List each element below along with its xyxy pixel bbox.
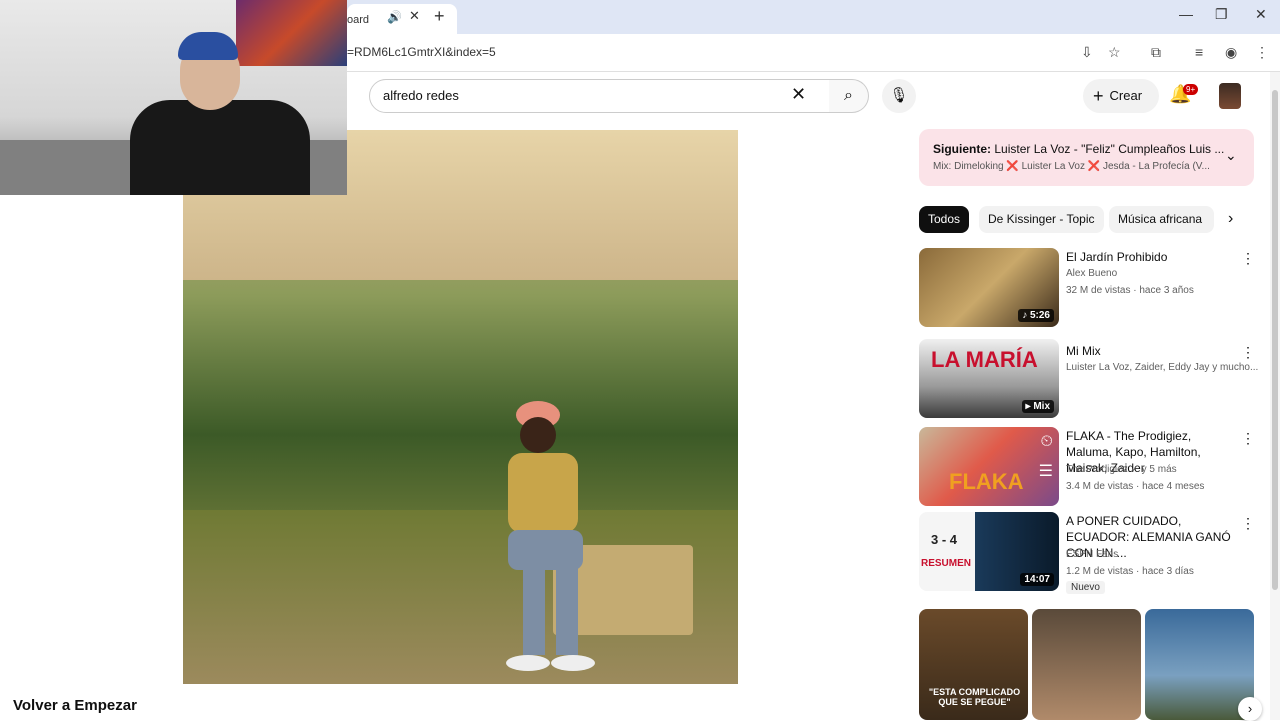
video-channel-1[interactable]: Alex Bueno	[1066, 268, 1117, 279]
chip-de-kissinger[interactable]: De Kissinger - Topic	[979, 206, 1104, 233]
search-button[interactable]: ⌕	[829, 79, 869, 113]
clear-search-icon[interactable]: ✕	[791, 84, 806, 105]
search-input[interactable]: alfredo redes	[369, 79, 830, 113]
video-channel-3[interactable]: The Prodigiez ✓ y 5 más	[1066, 464, 1177, 475]
audio-icon[interactable]: 🔊	[387, 10, 402, 24]
chip-todos[interactable]: Todos	[919, 206, 970, 233]
video-channel-2[interactable]: Luister La Voz, Zaider, Eddy Jay y mucho…	[1066, 362, 1258, 373]
video-title-1[interactable]: El Jardín Prohibido	[1066, 249, 1236, 265]
tab-title: oard	[347, 14, 370, 26]
up-next-prefix: Siguiente:	[933, 142, 992, 156]
short-thumbnail-1[interactable]: "ESTA COMPLICADO QUE SE PEGUE"	[919, 609, 1028, 720]
install-app-icon[interactable]: ⇩	[1081, 44, 1093, 61]
watch-later-icon[interactable]: ⏲	[1041, 433, 1053, 451]
webcam-person-cap	[178, 32, 238, 60]
add-to-queue-icon[interactable]: ☰	[1039, 461, 1053, 481]
search-icon: ⌕	[844, 87, 853, 104]
chevron-right-icon[interactable]: ›	[1238, 697, 1262, 721]
create-label: Crear	[1109, 88, 1143, 103]
video-channel-4[interactable]: ESPN Fans	[1066, 549, 1118, 560]
video-player[interactable]	[183, 130, 738, 684]
up-next-video: Luister La Voz - "Feliz" Cumpleaños Luis…	[994, 142, 1225, 156]
bookmark-star-icon[interactable]: ☆	[1108, 44, 1121, 61]
thumbnail-flaka-text: FLAKA	[949, 469, 1024, 494]
new-badge: Nuevo	[1066, 581, 1105, 594]
up-next-mix: Mix: Dimeloking ❌ Luister La Voz ❌ Jesda…	[933, 161, 1210, 172]
video-scene-person	[506, 401, 595, 671]
video-meta-1: 32 M de vistas · hace 3 años	[1066, 285, 1194, 296]
short-thumbnail-3[interactable]	[1145, 609, 1254, 720]
short-caption: "ESTA COMPLICADO QUE SE PEGUE"	[928, 687, 1021, 707]
duration-badge: 14:07	[1020, 573, 1054, 586]
video-title-2[interactable]: Mi Mix	[1066, 343, 1236, 359]
microphone-icon[interactable]: 🎙	[882, 79, 916, 113]
tab-close-icon[interactable]: ✕	[409, 8, 420, 24]
maximize-button[interactable]: ❐	[1215, 6, 1228, 23]
thumbnail-espn[interactable]: 3 - 4 RESUMEN 14:07	[919, 512, 1059, 591]
plus-icon: +	[1093, 86, 1104, 106]
thumbnail-flaka[interactable]: FLAKA ⏲ ☰	[919, 427, 1059, 506]
scrollbar-thumb[interactable]	[1272, 90, 1278, 590]
video-meta-4: 1.2 M de vistas · hace 3 días	[1066, 566, 1194, 577]
thumbnail-la-maria-text: LA MARÍA	[931, 347, 1038, 372]
webcam-person-body	[130, 100, 310, 195]
video-title: Volver a Empezar	[13, 697, 137, 714]
more-options-icon[interactable]: ⋮	[1241, 430, 1255, 447]
media-control-icon[interactable]: ≡	[1195, 44, 1203, 60]
window-close-button[interactable]: ✕	[1255, 6, 1267, 23]
chip-musica-africana[interactable]: Música africana	[1109, 206, 1214, 233]
new-tab-button[interactable]: +	[434, 6, 445, 27]
mix-badge: ▸ Mix	[1021, 400, 1054, 413]
chevron-down-icon[interactable]: ⌄	[1225, 147, 1237, 164]
notification-badge: 9+	[1183, 84, 1199, 95]
thumbnail-el-jardin[interactable]: ♪ 5:26	[919, 248, 1059, 327]
up-next-title[interactable]: Siguiente: Luister La Voz - "Feliz" Cump…	[933, 142, 1224, 156]
thumbnail-resumen: RESUMEN	[921, 558, 972, 569]
webcam-overlay	[0, 0, 347, 195]
create-button[interactable]: + Crear	[1083, 79, 1159, 113]
video-meta-3: 3.4 M de vistas · hace 4 meses	[1066, 481, 1205, 492]
address-bar[interactable]: =RDM6Lc1GmtrXI&index=5	[347, 45, 496, 59]
profile-icon[interactable]: ◉	[1225, 44, 1237, 61]
short-thumbnail-2[interactable]	[1032, 609, 1141, 720]
webcam-poster	[236, 0, 347, 66]
thumbnail-mi-mix[interactable]: LA MARÍA ▸ Mix	[919, 339, 1059, 418]
thumbnail-score: 3 - 4	[931, 532, 958, 547]
browser-menu-icon[interactable]: ⋮	[1255, 44, 1269, 61]
chevron-right-icon[interactable]: ›	[1228, 210, 1233, 228]
avatar[interactable]	[1219, 83, 1241, 109]
more-options-icon[interactable]: ⋮	[1241, 250, 1255, 267]
extensions-icon[interactable]: ⧉	[1151, 44, 1161, 61]
duration-badge: ♪ 5:26	[1018, 309, 1054, 322]
up-next-panel[interactable]	[919, 129, 1254, 186]
more-options-icon[interactable]: ⋮	[1241, 344, 1255, 361]
more-options-icon[interactable]: ⋮	[1241, 515, 1255, 532]
minimize-button[interactable]: —	[1179, 6, 1193, 22]
